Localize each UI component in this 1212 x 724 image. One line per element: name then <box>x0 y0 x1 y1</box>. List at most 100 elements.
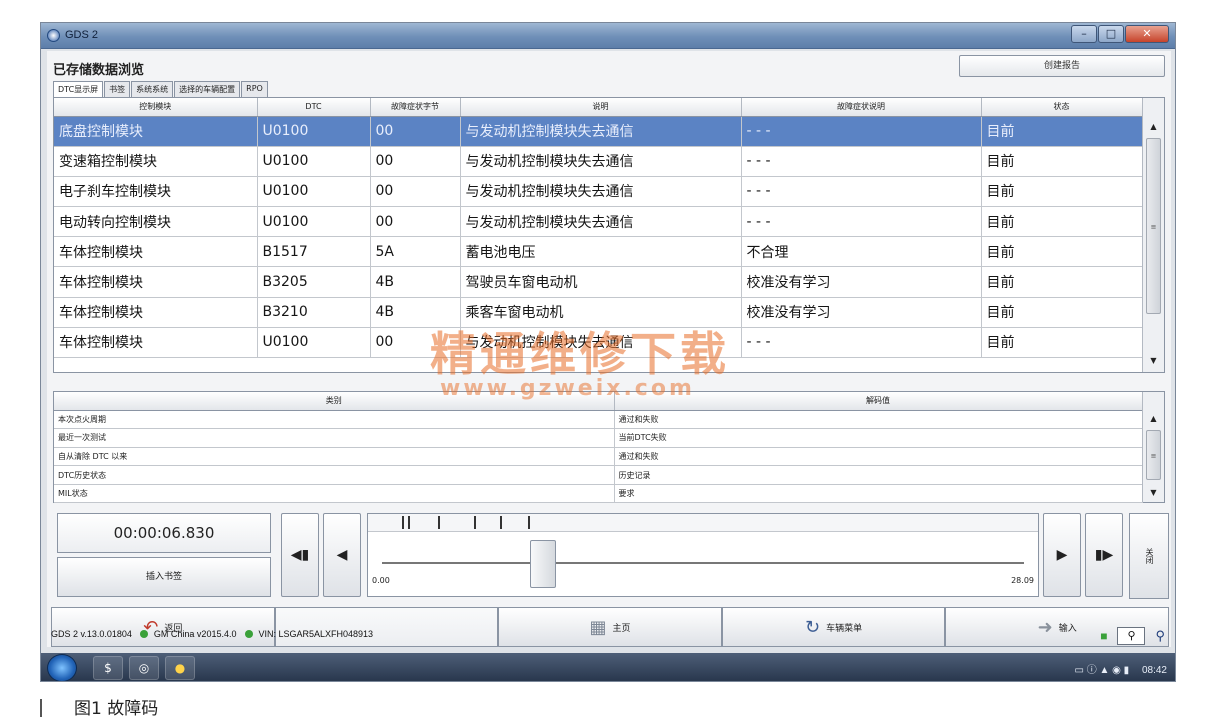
scroll-down-icon[interactable]: ▼ <box>1143 484 1164 502</box>
scroll-down-icon[interactable]: ▼ <box>1143 352 1164 370</box>
close-window-button[interactable]: ✕ <box>1125 25 1169 43</box>
scroll-up-icon[interactable]: ▲ <box>1143 118 1164 136</box>
bookmark-marker[interactable] <box>528 516 530 529</box>
insert-bookmark-button[interactable]: 插入书签 <box>57 557 271 597</box>
table-row[interactable]: 电子刹车控制模块 U0100 00 与发动机控制模块失去通信 - - - 目前 <box>54 176 1143 208</box>
cell-description: 蓄电池电压 <box>460 236 742 268</box>
col-header-symptom-byte[interactable]: 故障症状字节 <box>370 98 461 117</box>
dtc-scrollbar[interactable]: ▲ ≡ ▼ <box>1142 98 1164 372</box>
table-row[interactable]: 车体控制模块 B3205 4B 驾驶员车窗电动机 校准没有学习 目前 <box>54 266 1143 298</box>
scroll-thumb[interactable]: ≡ <box>1146 430 1161 480</box>
tab-bar: DTC显示屏 书签 系统系统 选择的车辆配置 RPO <box>53 81 269 97</box>
cell-category: DTC历史状态 <box>54 465 615 485</box>
cell-dtc: U0100 <box>257 327 371 359</box>
cell-decoded: 要求 <box>614 484 1143 504</box>
playback-timeline[interactable]: 0.00 28.09 <box>367 513 1039 597</box>
col-header-module[interactable]: 控制模块 <box>54 98 258 117</box>
cell-category: 自从清除 DTC 以来 <box>54 447 615 467</box>
cell-description: 驾驶员车窗电动机 <box>460 266 742 298</box>
bookmark-marker[interactable] <box>438 516 440 529</box>
zoom-out-button[interactable]: ⚲ <box>1117 627 1146 645</box>
cell-decoded: 通过和失败 <box>614 447 1143 467</box>
table-row[interactable]: 最近一次测试 当前DTC失败 <box>54 428 1143 448</box>
tab-rpo[interactable]: RPO <box>241 81 268 97</box>
skip-forward-button[interactable]: ▮▶ <box>1085 513 1123 597</box>
cell-decoded: 当前DTC失败 <box>614 428 1143 448</box>
cell-module: 电动转向控制模块 <box>54 206 258 238</box>
cell-symptom: 校准没有学习 <box>741 297 982 328</box>
taskbar-chrome-icon[interactable]: ● <box>165 656 195 680</box>
tab-bookmarks[interactable]: 书签 <box>104 81 131 97</box>
table-row[interactable]: 底盘控制模块 U0100 00 与发动机控制模块失去通信 - - - 目前 <box>54 116 1143 147</box>
col-header-dtc[interactable]: DTC <box>257 98 371 117</box>
minimize-button[interactable]: – <box>1071 25 1097 43</box>
table-row[interactable]: DTC历史状态 历史记录 <box>54 465 1143 485</box>
table-row[interactable]: 变速箱控制模块 U0100 00 与发动机控制模块失去通信 - - - 目前 <box>54 146 1143 177</box>
title-bar: GDS 2 – □ ✕ <box>41 23 1175 49</box>
skip-back-button[interactable]: ◀▮ <box>281 513 319 597</box>
cell-module: 底盘控制模块 <box>54 116 258 147</box>
cell-module: 变速箱控制模块 <box>54 146 258 177</box>
bookmark-marker[interactable] <box>408 516 410 529</box>
cell-symptom: - - - <box>741 146 982 177</box>
cell-description: 与发动机控制模块失去通信 <box>460 176 742 208</box>
tray-icons[interactable]: ▭ ⓘ ▲ ◉ ▮ <box>1075 665 1130 676</box>
figure-caption: 图1 故障码 <box>40 694 158 719</box>
col-header-symptom-desc[interactable]: 故障症状说明 <box>741 98 982 117</box>
vin-label: VIN: LSGAR5ALXFH048913 <box>258 629 374 639</box>
cell-category: MIL状态 <box>54 484 615 504</box>
cell-dtc: B3205 <box>257 266 371 298</box>
tab-vehicle-config[interactable]: 选择的车辆配置 <box>174 81 241 97</box>
playback-timer: 00:00:06.830 <box>57 513 271 553</box>
timeline-start-label: 0.00 <box>372 576 390 585</box>
dtc-header-row: 控制模块 DTC 故障症状字节 说明 故障症状说明 状态 <box>54 98 1143 117</box>
cell-status: 目前 <box>981 116 1143 147</box>
col-header-description[interactable]: 说明 <box>460 98 742 117</box>
close-playback-button[interactable]: 关闭 <box>1129 513 1169 599</box>
windows-taskbar: $ ◎ ● ▭ ⓘ ▲ ◉ ▮ 08:42 <box>41 653 1175 681</box>
cell-description: 与发动机控制模块失去通信 <box>460 116 742 147</box>
taskbar-app-icon[interactable]: $ <box>93 656 123 680</box>
cell-byte: 00 <box>370 176 461 208</box>
cell-dtc: U0100 <box>257 146 371 177</box>
cell-dtc: B1517 <box>257 236 371 268</box>
table-row[interactable]: 电动转向控制模块 U0100 00 与发动机控制模块失去通信 - - - 目前 <box>54 206 1143 238</box>
table-row[interactable]: 车体控制模块 B1517 5A 蓄电池电压 不合理 目前 <box>54 236 1143 268</box>
table-row[interactable]: 自从清除 DTC 以来 通过和失败 <box>54 447 1143 467</box>
maximize-button[interactable]: □ <box>1098 25 1124 43</box>
scroll-thumb[interactable]: ≡ <box>1146 138 1161 314</box>
status-bar: GDS 2 v.13.0.01804 GM China v2015.4.0 VI… <box>47 623 1171 645</box>
taskbar-gds-icon[interactable]: ◎ <box>129 656 159 680</box>
timeline-slider-handle[interactable] <box>529 540 556 588</box>
tab-systems[interactable]: 系统系统 <box>131 81 174 97</box>
search-icon[interactable]: ⚲ <box>1155 625 1165 647</box>
col-header-status[interactable]: 状态 <box>981 98 1143 117</box>
bookmark-marker[interactable] <box>474 516 476 529</box>
start-button[interactable] <box>47 654 77 681</box>
cell-dtc: U0100 <box>257 176 371 208</box>
gm-version: GM China v2015.4.0 <box>153 629 237 639</box>
cell-module: 车体控制模块 <box>54 297 258 328</box>
cell-symptom: - - - <box>741 327 982 359</box>
gds-logo-icon <box>47 29 60 42</box>
scroll-up-icon[interactable]: ▲ <box>1143 410 1164 428</box>
cell-module: 电子刹车控制模块 <box>54 176 258 208</box>
cell-byte: 4B <box>370 266 461 298</box>
cell-dtc: U0100 <box>257 116 371 147</box>
table-row[interactable]: 本次点火周期 通过和失败 <box>54 410 1143 430</box>
create-report-button[interactable]: 创建报告 <box>959 55 1165 77</box>
step-forward-button[interactable]: ▶ <box>1043 513 1081 597</box>
step-back-button[interactable]: ◀ <box>323 513 361 597</box>
cell-status: 目前 <box>981 327 1143 359</box>
cell-dtc: U0100 <box>257 206 371 238</box>
bookmark-marker[interactable] <box>402 516 404 529</box>
clock: 08:42 <box>1141 665 1167 676</box>
cell-description: 与发动机控制模块失去通信 <box>460 146 742 177</box>
status-scrollbar[interactable]: ▲ ≡ ▼ <box>1142 392 1164 502</box>
bookmark-marker[interactable] <box>500 516 502 529</box>
cell-status: 目前 <box>981 146 1143 177</box>
tab-dtc-display[interactable]: DTC显示屏 <box>53 81 104 97</box>
table-row[interactable]: MIL状态 要求 <box>54 484 1143 504</box>
system-tray: ▭ ⓘ ▲ ◉ ▮ 08:42 <box>1075 661 1168 676</box>
window-title: GDS 2 <box>65 29 99 41</box>
